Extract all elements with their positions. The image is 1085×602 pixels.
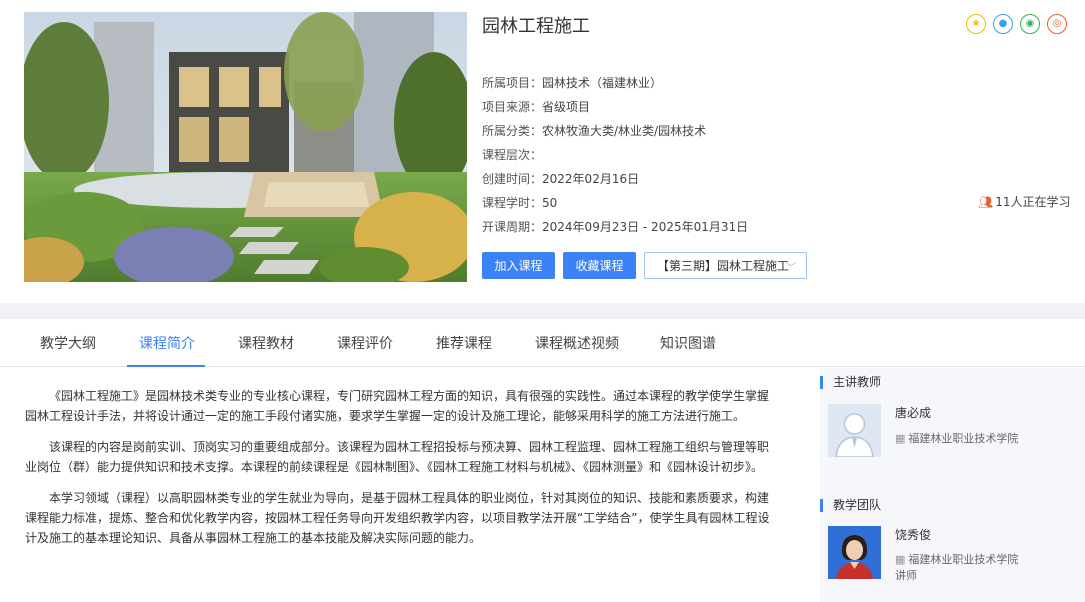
school-icon: ▦ xyxy=(895,432,906,445)
users-icon: 👥︎ xyxy=(978,195,994,209)
tab-review[interactable]: 课程评价 xyxy=(337,333,393,353)
course-header-card: 园林工程施工 ★ ● ◉ ◎ 所属项目：园林技术（福建林业） 项目来源：省级项目… xyxy=(0,0,1085,303)
term-select[interactable]: 【第三期】园林工程施工 ﹀ xyxy=(644,252,807,279)
tab-knowledge-graph[interactable]: 知识图谱 xyxy=(660,333,716,353)
tab-introduction[interactable]: 课程简介 xyxy=(139,333,195,353)
avatar[interactable] xyxy=(828,404,881,457)
info-period: 开课周期：2024年09月23日 - 2025年01月31日 xyxy=(482,220,749,234)
team-teacher-role: 讲师 xyxy=(895,569,917,582)
info-category: 所属分类：农林牧渔大类/林业类/园林技术 xyxy=(482,124,707,138)
weibo-icon[interactable]: ◎ xyxy=(1047,14,1067,34)
info-project: 所属项目：园林技术（福建林业） xyxy=(482,76,663,90)
course-cover-image xyxy=(24,12,467,282)
course-description: 《园林工程施工》是园林技术类专业的专业核心课程，专门研究园林工程方面的知识，具有… xyxy=(25,386,770,559)
team-heading: 教学团队 xyxy=(820,499,881,512)
description-paragraph: 本学习领域（课程）以高职园林类专业的学生就业为导向，是基于园林工程具体的职业岗位… xyxy=(25,491,770,545)
course-title: 园林工程施工 xyxy=(482,16,590,37)
description-paragraph: 该课程的内容是岗前实训、顶岗实习的重要组成部分。该课程为园林工程招投标与预决算、… xyxy=(25,440,770,474)
info-source: 项目来源：省级项目 xyxy=(482,100,591,114)
learning-count: 👥︎ 11人正在学习 xyxy=(978,195,1071,209)
info-level: 课程层次： xyxy=(482,148,543,162)
tab-syllabus[interactable]: 教学大纲 xyxy=(40,333,96,353)
qq-icon[interactable]: ● xyxy=(993,14,1013,34)
description-paragraph: 《园林工程施工》是园林技术类专业的专业核心课程，专门研究园林工程方面的知识，具有… xyxy=(25,389,770,423)
course-content-card: 教学大纲 课程简介 课程教材 课程评价 推荐课程 课程概述视频 知识图谱 《园林… xyxy=(0,319,1085,602)
star-icon[interactable]: ★ xyxy=(966,14,986,34)
wechat-icon[interactable]: ◉ xyxy=(1020,14,1040,34)
tab-textbook[interactable]: 课程教材 xyxy=(238,333,294,353)
info-hours: 课程学时：50 xyxy=(482,196,558,210)
school-icon: ▦ xyxy=(895,553,906,566)
tab-recommended[interactable]: 推荐课程 xyxy=(436,333,492,353)
teacher-sidebar: 主讲教师 唐必成 ▦ 福建林业职业技术学院 教学团队 饶秀俊 ▦ 福建林业职业技术学… xyxy=(820,368,1085,602)
lead-teacher-school: ▦ 福建林业职业技术学院 xyxy=(895,432,1019,445)
chevron-down-icon: ﹀ xyxy=(786,263,796,274)
favorite-course-button[interactable]: 收藏课程 xyxy=(563,252,636,279)
join-course-button[interactable]: 加入课程 xyxy=(482,252,555,279)
tab-bar: 教学大纲 课程简介 课程教材 课程评价 推荐课程 课程概述视频 知识图谱 xyxy=(0,319,1085,367)
tab-overview-video[interactable]: 课程概述视频 xyxy=(535,333,619,353)
lead-teacher-heading: 主讲教师 xyxy=(820,376,881,389)
garden-photo-illustration xyxy=(24,12,467,282)
active-tab-indicator xyxy=(127,365,205,367)
avatar[interactable] xyxy=(828,526,881,579)
term-select-value: 【第三期】园林工程施工 xyxy=(657,259,790,273)
info-created: 创建时间：2022年02月16日 xyxy=(482,172,640,186)
lead-teacher-name[interactable]: 唐必成 xyxy=(895,404,931,421)
team-teacher-name[interactable]: 饶秀俊 xyxy=(895,526,931,543)
team-teacher-school: ▦ 福建林业职业技术学院 xyxy=(895,553,1019,566)
